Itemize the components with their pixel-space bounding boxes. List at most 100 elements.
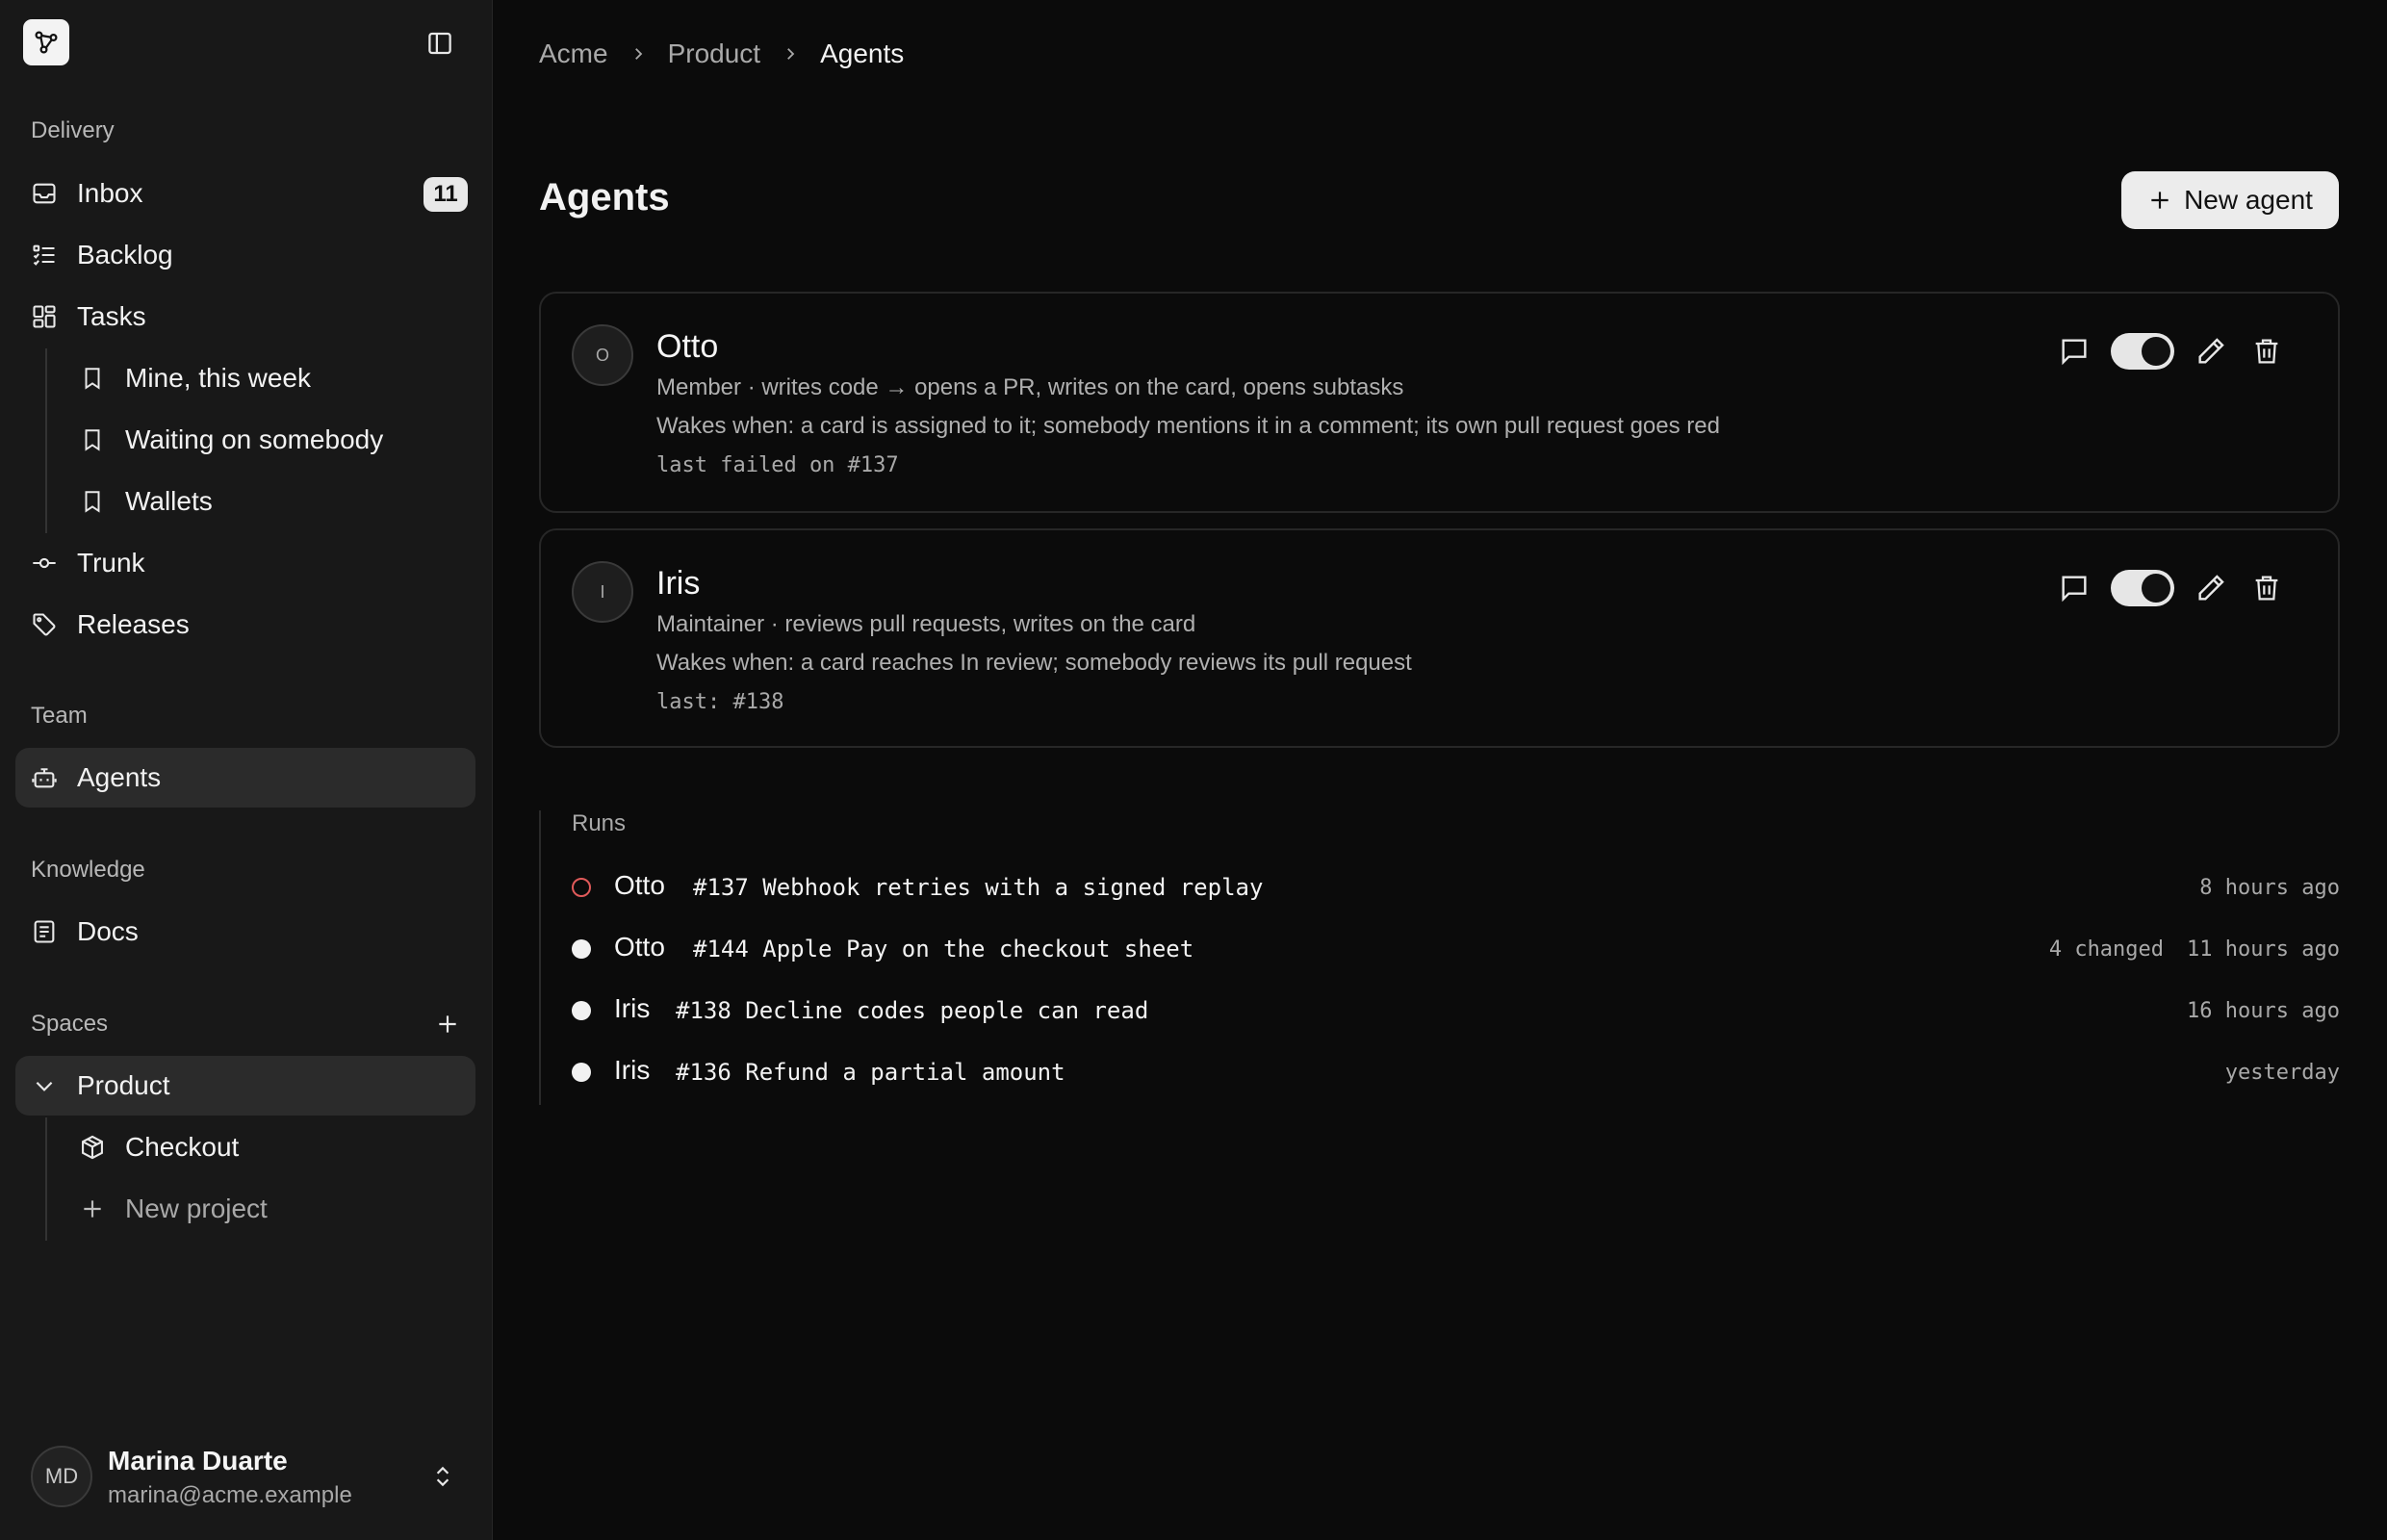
package-icon [79,1134,106,1161]
run-agent: Iris [614,1055,651,1085]
agent-card: O Otto Member · writes code → opens a PR… [539,292,2340,513]
tag-icon [31,611,58,638]
plus-icon [79,1195,106,1222]
avatar: MD [31,1446,92,1507]
chevrons-up-down-icon[interactable] [425,1459,460,1494]
sidebar-item-trunk[interactable]: Trunk [15,533,475,593]
pencil-icon[interactable] [2192,569,2230,607]
git-commit-icon [31,550,58,577]
sidebar-item-mine-this-week[interactable]: Mine, this week [15,348,475,408]
message-square-icon[interactable] [2055,332,2093,371]
breadcrumb-acme[interactable]: Acme [539,38,608,69]
run-meta: yesterday [2225,1061,2340,1085]
run-time: 16 hours ago [2187,999,2340,1023]
sidebar-item-label: Backlog [77,240,173,270]
sidebar-item-inbox[interactable]: Inbox 11 [15,164,475,223]
workspace-logo[interactable] [23,19,69,65]
run-row[interactable]: Iris #138 Decline codes people can read … [572,989,2340,1032]
run-agent: Iris [614,993,651,1023]
run-done-status-icon [572,939,591,959]
sidebar-item-label: Waiting on somebody [125,424,384,454]
sidebar: Delivery Inbox 11 Backlog Tasks Mine, th… [0,0,493,1540]
pencil-icon[interactable] [2192,332,2230,371]
sidebar-toggle-button[interactable] [424,27,456,60]
trash-icon[interactable] [2247,569,2286,607]
section-spaces: Spaces [31,1011,109,1037]
plus-icon [439,1015,456,1033]
new-agent-label: New agent [2184,185,2313,215]
agent-avatar: O [572,324,633,386]
agent-role: Member · writes code → opens a PR, write… [656,374,1404,400]
section-delivery: Delivery [31,117,115,143]
run-failed-status-icon [572,878,591,897]
layout-dashboard-icon [31,303,58,330]
run-meta: 4 changed 11 hours ago [2049,937,2340,962]
runs-heading: Runs [572,810,627,836]
agent-wake-triggers: Wakes when: a card is assigned to it; so… [656,413,1720,439]
run-agent: Otto [614,932,665,962]
run-row[interactable]: Otto #137 Webhook retries with a signed … [572,866,2340,909]
bookmark-icon [79,488,106,515]
breadcrumb-agents: Agents [820,38,905,68]
run-row[interactable]: Otto #144 Apple Pay on the checkout shee… [572,928,2340,970]
trash-icon[interactable] [2247,332,2286,371]
run-done-status-icon [572,1063,591,1082]
sidebar-item-label: Trunk [77,548,145,578]
run-title: #137 Webhook retries with a signed repla… [693,874,1264,901]
new-agent-button[interactable]: New agent [2121,171,2339,229]
breadcrumb: Acme Product Agents [539,35,904,73]
logo-icon [35,31,58,54]
user-name: Marina Duarte [108,1446,288,1476]
run-title: #136 Refund a partial amount [676,1059,1065,1086]
agent-avatar: I [572,561,633,623]
list-checks-icon [31,242,58,269]
sidebar-item-checkout[interactable]: Checkout [15,1117,475,1177]
section-team: Team [31,703,88,729]
run-meta: 8 hours ago [2199,876,2340,900]
run-time: 11 hours ago [2187,937,2340,962]
chevron-right-icon [787,48,795,60]
sidebar-item-label: Checkout [125,1132,240,1162]
sidebar-item-releases[interactable]: Releases [15,595,475,654]
run-meta: 16 hours ago [2187,999,2340,1023]
bookmark-icon [79,426,106,453]
chevron-down-icon [31,1072,58,1099]
sidebar-item-waiting-on-somebody[interactable]: Waiting on somebody [15,410,475,470]
sidebar-item-tasks[interactable]: Tasks [15,287,475,346]
sidebar-item-label: Releases [77,609,190,639]
sidebar-item-product[interactable]: Product [15,1056,475,1116]
agent-name: Otto [656,328,719,365]
agent-name: Iris [656,565,701,602]
plus-icon [2151,192,2169,209]
sidebar-item-docs[interactable]: Docs [15,902,475,962]
user-menu[interactable]: MD Marina Duarte marina@acme.example [31,1446,474,1511]
run-row[interactable]: Iris #136 Refund a partial amount yester… [572,1051,2340,1093]
agent-enabled-toggle[interactable] [2111,333,2174,370]
agent-card: I Iris Maintainer · reviews pull request… [539,528,2340,748]
run-time: 8 hours ago [2199,876,2340,900]
chevron-right-icon [634,48,642,60]
run-title: #144 Apple Pay on the checkout sheet [693,936,1194,962]
sidebar-item-agents[interactable]: Agents [15,748,475,808]
breadcrumb-product[interactable]: Product [668,38,761,69]
run-changed-count: 4 changed [2048,937,2165,962]
sidebar-item-label: Docs [77,916,139,946]
sidebar-item-label: Inbox [77,178,143,208]
message-square-icon[interactable] [2055,569,2093,607]
sidebar-item-label: Tasks [77,301,146,331]
sidebar-item-backlog[interactable]: Backlog [15,225,475,285]
sidebar-item-label: Agents [77,762,162,792]
sidebar-item-new-project[interactable]: New project [15,1179,475,1239]
user-email: marina@acme.example [108,1482,352,1508]
add-space-button[interactable] [431,1008,464,1040]
agent-actions [2055,332,2286,371]
inbox-count-badge: 11 [424,177,468,212]
sidebar-item-wallets[interactable]: Wallets [15,472,475,531]
section-knowledge: Knowledge [31,857,145,883]
agent-enabled-toggle[interactable] [2111,570,2174,606]
agent-last-run: last: #138 [656,690,784,714]
run-title: #138 Decline codes people can read [676,997,1149,1024]
run-done-status-icon [572,1001,591,1020]
agent-last-run: last failed on #137 [656,453,899,477]
agent-actions [2055,569,2286,607]
